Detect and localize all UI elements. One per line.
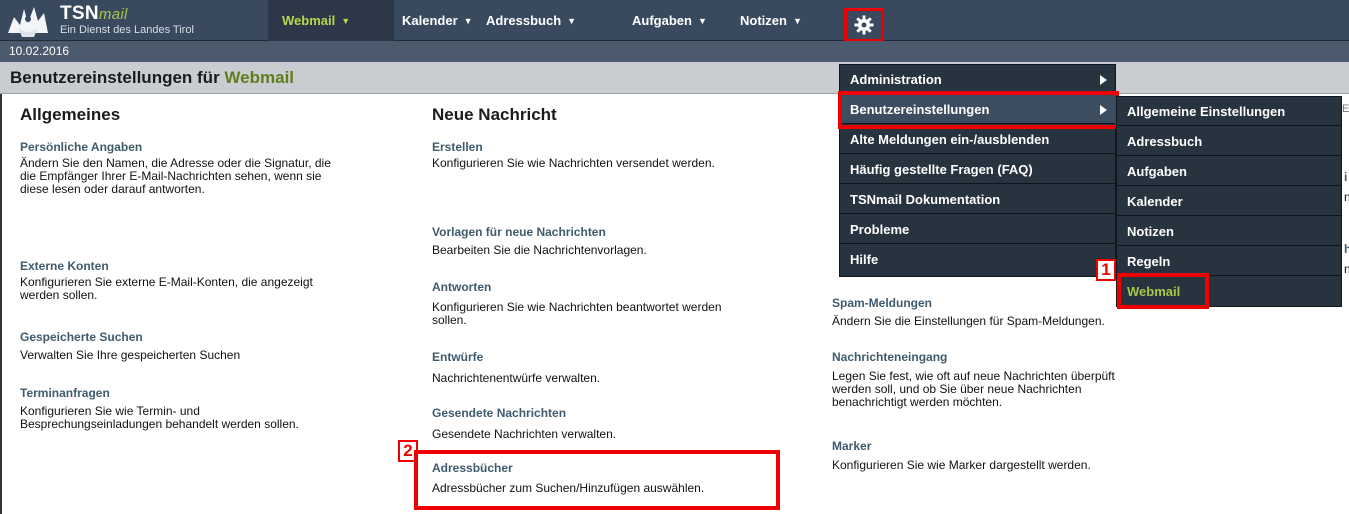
nav-webmail[interactable]: Webmail ▼ bbox=[268, 0, 394, 41]
settings-link-vorlagen[interactable]: Vorlagen für neue Nachrichten bbox=[432, 225, 647, 239]
settings-gear-button[interactable] bbox=[844, 8, 884, 42]
highlight-frame bbox=[838, 91, 1119, 129]
settings-description: Ändern Sie die Einstellungen für Spam-Me… bbox=[832, 314, 1105, 328]
logo-name: TSNmail bbox=[60, 3, 128, 24]
settings-description: Bearbeiten Sie die Nachrichtenvorlagen. bbox=[432, 243, 647, 257]
menu-item-probleme[interactable]: Probleme bbox=[840, 215, 1115, 244]
settings-link-spam-meldungen[interactable]: Spam-Meldungen bbox=[832, 296, 1105, 310]
section-heading: Neue Nachricht bbox=[432, 105, 557, 124]
settings-item: Marker Konfigurieren Sie wie Marker darg… bbox=[832, 439, 1091, 472]
settings-item: Gespeicherte Suchen Verwalten Sie Ihre g… bbox=[20, 330, 240, 362]
submenu-item-adressbuch[interactable]: Adressbuch bbox=[1117, 127, 1341, 156]
nav-notizen[interactable]: Notizen ▼ bbox=[740, 0, 802, 41]
page-title: Benutzereinstellungen für Webmail bbox=[10, 68, 295, 87]
section-heading: Allgemeines bbox=[20, 105, 121, 124]
settings-link-gespeicherte-suchen[interactable]: Gespeicherte Suchen bbox=[20, 330, 240, 344]
settings-link-nachrichteneingang[interactable]: Nachrichteneingang bbox=[832, 350, 1115, 364]
edge-text-fragment: h bbox=[1344, 242, 1349, 256]
edge-text-fragment: n bbox=[1344, 190, 1349, 204]
nav-aufgaben[interactable]: Aufgaben ▼ bbox=[632, 0, 707, 41]
settings-description: Gesendete Nachrichten verwalten. bbox=[432, 427, 617, 441]
submenu-item-kalender[interactable]: Kalender bbox=[1117, 187, 1341, 216]
submenu-item-regeln[interactable]: Regeln bbox=[1117, 247, 1341, 276]
nav-adressbuch[interactable]: Adressbuch ▼ bbox=[486, 0, 576, 41]
tsnmail-logo[interactable]: TSNmail Ein Dienst des Landes Tirol bbox=[0, 0, 262, 41]
gear-icon bbox=[854, 15, 874, 35]
submenu-item-aufgaben[interactable]: Aufgaben bbox=[1117, 157, 1341, 186]
menu-item-hilfe[interactable]: Hilfe bbox=[840, 245, 1115, 274]
section-neue-nachricht: Neue Nachricht bbox=[432, 105, 557, 125]
edge-text-fragment: i bbox=[1344, 170, 1348, 184]
settings-link-persoenliche-angaben[interactable]: Persönliche Angaben bbox=[20, 140, 331, 154]
menu-item-administration[interactable]: Administration bbox=[840, 65, 1115, 94]
callout-number: 1 bbox=[1096, 259, 1116, 281]
settings-item: Entwürfe Nachrichtenentwürfe verwalten. bbox=[432, 350, 600, 385]
edge-text-fragment: n bbox=[1344, 262, 1349, 276]
chevron-down-icon: ▼ bbox=[792, 15, 802, 26]
settings-item: Spam-Meldungen Ändern Sie die Einstellun… bbox=[832, 296, 1105, 328]
settings-link-externe-konten[interactable]: Externe Konten bbox=[20, 259, 313, 273]
settings-link-terminanfragen[interactable]: Terminanfragen bbox=[20, 386, 299, 400]
menu-item-alte-meldungen[interactable]: Alte Meldungen ein-/ausblenden bbox=[840, 125, 1115, 154]
settings-description: sollen. bbox=[432, 313, 467, 327]
submenu-item-notizen[interactable]: Notizen bbox=[1117, 217, 1341, 246]
settings-item: Erstellen Konfigurieren Sie wie Nachrich… bbox=[432, 140, 715, 170]
settings-item: Gesendete Nachrichten Gesendete Nachrich… bbox=[432, 406, 616, 441]
settings-description: werden sollen. bbox=[20, 288, 98, 302]
menu-item-faq[interactable]: Häufig gestellte Fragen (FAQ) bbox=[840, 155, 1115, 184]
settings-description: Verwalten Sie Ihre gespeicherten Suchen bbox=[20, 348, 241, 362]
settings-description: Konfigurieren Sie wie Nachrichten versen… bbox=[432, 156, 715, 170]
chevron-down-icon: ▼ bbox=[341, 15, 351, 26]
chevron-right-icon bbox=[1100, 75, 1107, 85]
edge-text-fragment: Ei bbox=[1342, 103, 1349, 115]
content-left-border bbox=[0, 94, 6, 514]
chevron-down-icon: ▼ bbox=[463, 15, 473, 26]
settings-description: benachrichtigt werden möchten. bbox=[832, 395, 1003, 409]
settings-item: Antworten Konfigurieren Sie wie Nachrich… bbox=[432, 280, 722, 327]
eagle-logo-icon bbox=[8, 7, 48, 37]
section-allgemeines: Allgemeines bbox=[20, 105, 400, 125]
settings-description: Konfigurieren Sie wie Marker dargestellt… bbox=[832, 458, 1091, 472]
settings-item: Terminanfragen Konfigurieren Sie wie Ter… bbox=[20, 386, 299, 431]
settings-item: Externe Konten Konfigurieren Sie externe… bbox=[20, 259, 313, 302]
chevron-down-icon: ▼ bbox=[567, 15, 577, 26]
settings-description: Konfigurieren Sie wie Nachrichten beantw… bbox=[432, 300, 722, 314]
settings-link-erstellen[interactable]: Erstellen bbox=[432, 140, 715, 154]
settings-link-marker[interactable]: Marker bbox=[832, 439, 1091, 453]
logo-subtitle: Ein Dienst des Landes Tirol bbox=[60, 24, 194, 36]
settings-link-gesendete-nachrichten[interactable]: Gesendete Nachrichten bbox=[432, 406, 616, 420]
chevron-down-icon: ▼ bbox=[697, 15, 707, 26]
settings-item: Vorlagen für neue Nachrichten Bearbeiten… bbox=[432, 225, 647, 257]
highlight-frame bbox=[1117, 273, 1209, 309]
settings-description: Besprechungseinladungen behandelt werden… bbox=[20, 417, 299, 431]
settings-description: diese lesen oder darauf antworten. bbox=[20, 182, 205, 196]
date-bar: 10.02.2016 bbox=[0, 41, 1349, 62]
nav-kalender[interactable]: Kalender ▼ bbox=[402, 0, 473, 41]
menu-item-dokumentation[interactable]: TSNmail Dokumentation bbox=[840, 185, 1115, 214]
settings-link-antworten[interactable]: Antworten bbox=[432, 280, 722, 294]
highlight-frame bbox=[414, 450, 780, 510]
settings-item: Nachrichteneingang Legen Sie fest, wie o… bbox=[832, 350, 1115, 409]
settings-link-entwuerfe[interactable]: Entwürfe bbox=[432, 350, 600, 364]
top-navigation-bar: TSNmail Ein Dienst des Landes Tirol Webm… bbox=[0, 0, 1349, 42]
settings-description: Nachrichtenentwürfe verwalten. bbox=[432, 371, 601, 385]
submenu-item-allgemeine-einstellungen[interactable]: Allgemeine Einstellungen bbox=[1117, 97, 1341, 126]
page-title-bar: Benutzereinstellungen für Webmail bbox=[0, 62, 1349, 94]
settings-item: Persönliche Angaben Ändern Sie den Namen… bbox=[20, 140, 331, 196]
